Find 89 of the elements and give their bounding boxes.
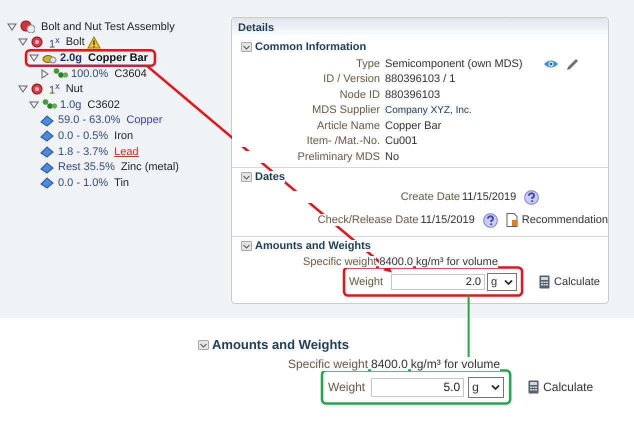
item-name: Tin: [114, 176, 130, 189]
amount-text: 1.8 - 3.7%: [58, 146, 108, 158]
section-title: Dates: [255, 170, 285, 182]
unit-text: kg/m³ for volume: [416, 256, 498, 268]
help-icon: [482, 212, 498, 228]
chevron-down-icon: [491, 384, 500, 390]
amount-text: 0.0 - 1.0%: [58, 176, 108, 189]
item-name: C3602: [87, 98, 120, 111]
section-title: Amounts and Weights: [212, 337, 349, 352]
section-title: Amounts and Weights: [255, 240, 371, 252]
item-name: Copper Bar: [88, 52, 148, 64]
collapse-icon: [241, 42, 252, 52]
substance-icon: [40, 176, 55, 190]
material-icon: [42, 98, 57, 112]
unit-text: kg/m³ for volume: [410, 357, 500, 371]
item-name: Bolt and Nut Test Assembly: [41, 20, 175, 33]
tree-item[interactable]: 100.0% C3604: [40, 66, 151, 82]
weight-field[interactable]: 2.0: [391, 274, 486, 290]
item-name: Nut: [66, 83, 83, 96]
tree-item[interactable]: 1.0g C3602: [29, 96, 124, 113]
field-value: 880396103 / 1: [385, 73, 456, 86]
recommendation-link[interactable]: Recommendation: [522, 214, 608, 226]
field-label: Specific weight: [288, 357, 368, 371]
field-value: 11/15/2019: [462, 191, 516, 203]
expanded-triangle-icon[interactable]: [29, 100, 39, 110]
field-value: Cu001: [385, 135, 418, 148]
substance-icon: [40, 145, 55, 158]
field-value: 8400.0: [371, 357, 408, 371]
field-value: Semicomponent (own MDS): [385, 58, 523, 70]
calculator-icon: [528, 380, 540, 394]
chevron-down-icon: [504, 278, 514, 284]
field-value: Company XYZ, Inc.: [385, 104, 472, 116]
collapsed-triangle-icon[interactable]: [40, 68, 50, 79]
field-value: No: [385, 150, 400, 163]
amount-text: 1$^{x}$: [49, 81, 60, 97]
expanded-triangle-icon[interactable]: [29, 52, 39, 63]
assembly-icon: [20, 20, 35, 34]
unit-dropdown[interactable]: g: [487, 272, 518, 290]
field-label: Weight: [328, 380, 366, 394]
amount-text: 1$^{x}$: [49, 34, 60, 50]
substance-link[interactable]: Copper: [126, 114, 162, 126]
tree-item[interactable]: 2.0g Copper Bar: [29, 50, 152, 66]
expanded-triangle-icon[interactable]: [18, 84, 28, 94]
calculate-link[interactable]: Calculate: [543, 380, 594, 394]
tree-item[interactable]: 1$^{x}$ Nut: [18, 81, 87, 97]
material-icon: [53, 67, 68, 80]
field-value: 11/15/2019: [420, 214, 475, 226]
item-name: Iron: [114, 130, 134, 142]
eye-icon: [542, 58, 559, 70]
item-name: C3604: [114, 68, 147, 80]
pencil-icon: [564, 56, 579, 71]
amount-text: 59.0 - 63.0%: [58, 114, 120, 126]
tree-item[interactable]: 1$^{x}$ Bolt: [18, 34, 105, 50]
field-label: Item- /Mat.-No.: [232, 135, 380, 148]
amount-text: 100.0%: [71, 68, 108, 80]
tree-item[interactable]: 59.0 - 63.0% Copper: [40, 112, 166, 128]
expanded-triangle-icon[interactable]: [7, 22, 17, 32]
substance-link[interactable]: Lead: [114, 146, 139, 158]
calculate-link[interactable]: Calculate: [554, 276, 600, 288]
collapse-icon: [198, 340, 209, 350]
unit-dropdown[interactable]: g: [468, 376, 504, 398]
tree-item[interactable]: 1.8 - 3.7% Lead: [40, 144, 143, 160]
field-value: Copper Bar: [385, 120, 442, 132]
panel-title: Details: [232, 18, 608, 38]
help-icon: [524, 190, 540, 204]
amount-text: Rest 35.5%: [58, 161, 115, 174]
calculator-icon: [539, 274, 550, 288]
tree-item[interactable]: 0.0 - 1.0% Tin: [40, 174, 134, 191]
expanded-triangle-icon[interactable]: [18, 37, 28, 48]
field-value: 880396103: [385, 88, 440, 101]
amount-text: 0.0 - 0.5%: [58, 130, 108, 142]
substance-icon: [40, 129, 55, 142]
field-label: Specific weight: [303, 256, 376, 268]
tree-item[interactable]: 0.0 - 0.5% Iron: [40, 128, 138, 144]
field-value: 8400.0: [379, 256, 414, 268]
tree-item[interactable]: Bolt and Nut Test Assembly: [7, 19, 179, 35]
document-icon: [506, 213, 518, 227]
amount-text: 2.0g: [60, 52, 82, 64]
substance-icon: [40, 160, 55, 174]
weight-field[interactable]: 5.0: [371, 378, 464, 396]
item-name: Zinc (metal): [120, 161, 179, 174]
tree-item[interactable]: Rest 35.5% Zinc (metal): [40, 159, 183, 175]
collapse-icon: [241, 172, 252, 182]
substance-icon: [40, 114, 55, 127]
section-title: Common Information: [255, 41, 366, 53]
collapse-icon: [241, 240, 252, 250]
item-name: Bolt: [66, 36, 85, 48]
field-label: Weight: [349, 276, 384, 288]
amount-text: 1.0g: [60, 98, 82, 111]
